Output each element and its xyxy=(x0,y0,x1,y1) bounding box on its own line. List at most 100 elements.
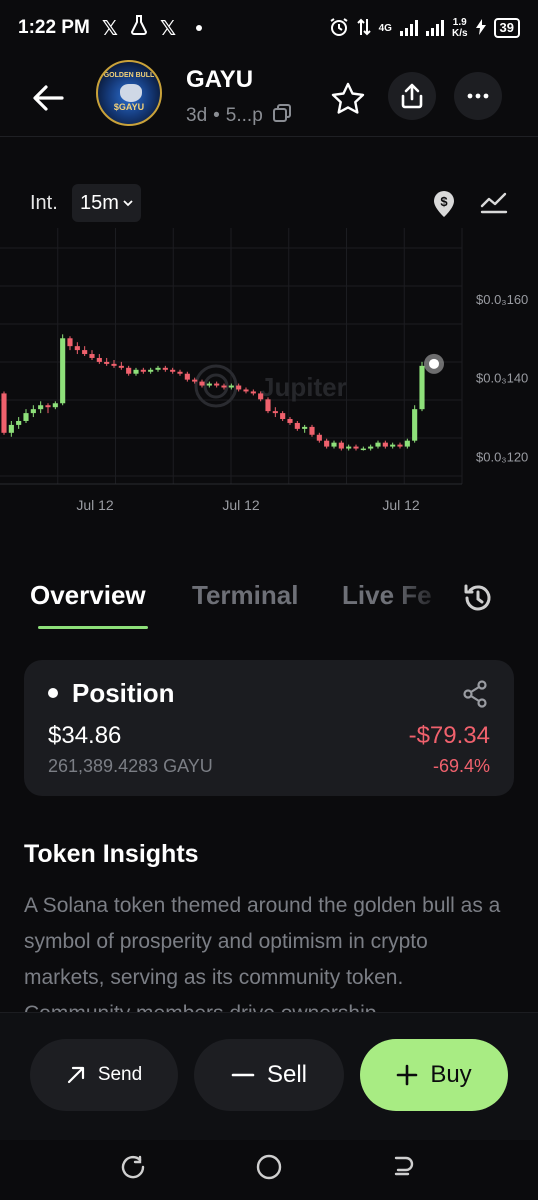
logo-top-text: GOLDEN BULL xyxy=(103,72,155,79)
chevron-down-icon xyxy=(123,200,133,207)
token-name: GAYU xyxy=(186,66,254,93)
token-address[interactable]: 5...p xyxy=(226,105,263,127)
position-pnl: -$79.34 xyxy=(408,722,490,749)
candle-body xyxy=(133,369,139,374)
nav-recents-button[interactable] xyxy=(118,1152,148,1182)
candle-body xyxy=(155,367,161,370)
position-pnl-percent: -69.4% xyxy=(432,756,490,776)
candle-body xyxy=(258,393,264,400)
favorite-button[interactable] xyxy=(328,78,368,118)
candle-body xyxy=(272,411,278,414)
token-age: 3d xyxy=(186,105,208,126)
candle-body xyxy=(250,391,256,394)
insights-text: A Solana token themed around the golden … xyxy=(24,894,501,1012)
candle-body xyxy=(82,350,88,355)
candle-body xyxy=(280,413,286,420)
position-card[interactable]: Position $34.86 261,389.4283 GAYU -$79.3… xyxy=(24,660,514,796)
logo-bottom-text: $GAYU xyxy=(113,102,145,112)
candle-body xyxy=(45,405,51,408)
candle-body xyxy=(162,367,168,370)
charging-icon xyxy=(475,18,486,38)
candle-body xyxy=(30,409,36,414)
interval-select[interactable]: 15m xyxy=(72,184,141,222)
candle-body xyxy=(331,442,337,447)
candle-body xyxy=(126,367,132,374)
x-app-icon-2: 𝕏 xyxy=(159,17,177,40)
arrow-up-right-icon xyxy=(67,1066,84,1084)
candle-body xyxy=(309,426,315,435)
candle-body xyxy=(38,405,44,410)
candle-body xyxy=(74,346,80,351)
send-button[interactable]: Send xyxy=(30,1039,178,1111)
x-tick-label: Jul 12 xyxy=(222,497,260,513)
candle-body xyxy=(316,434,322,441)
candlestick-chart[interactable]: Jupiter $0.0₃160$0.0₃140$0.0₃120 Jul 12 J… xyxy=(0,228,538,528)
price-chart[interactable]: Jupiter $0.0₃160 $0.0₃140 $0.0₃120 Jul 12 J… xyxy=(0,228,538,528)
status-time: 1:22 PM xyxy=(18,17,90,38)
header-divider xyxy=(0,136,538,137)
bull-icon xyxy=(120,84,142,102)
insights-title: Token Insights xyxy=(24,840,199,868)
candle-body xyxy=(23,413,29,421)
token-meta: 3d • 5...p xyxy=(186,104,291,128)
candle-body xyxy=(16,420,22,425)
y-tick-label: $0.0₃160 xyxy=(476,292,528,307)
candle-body xyxy=(390,444,396,447)
token-header: GOLDEN BULL $GAYU GAYU 3d • 5...p xyxy=(0,60,538,136)
candle-body xyxy=(236,385,242,390)
candle-body xyxy=(419,365,425,410)
net-speed: 1.9 K/s xyxy=(452,17,468,39)
dollar-marker-button[interactable]: $ xyxy=(432,190,456,223)
share-position-button[interactable] xyxy=(462,680,488,713)
candle-body xyxy=(404,440,410,447)
candle-body xyxy=(104,361,110,364)
star-icon xyxy=(331,82,365,114)
candle-body xyxy=(170,369,176,372)
candle-body xyxy=(206,383,212,386)
tab-overview[interactable]: Overview xyxy=(30,580,146,611)
more-button[interactable] xyxy=(454,72,502,120)
token-logo: GOLDEN BULL $GAYU xyxy=(96,60,162,126)
y-tick-label: $0.0₃140 xyxy=(476,371,528,386)
nav-home-button[interactable] xyxy=(254,1152,284,1182)
candle-body xyxy=(60,338,66,404)
candle-body xyxy=(243,389,249,392)
interval-row: Int. 15m $ xyxy=(0,184,538,224)
chart-type-button[interactable] xyxy=(480,190,508,219)
buy-button[interactable]: Buy xyxy=(360,1039,508,1111)
system-nav-bar xyxy=(0,1140,538,1200)
data-arrows-icon xyxy=(356,17,371,40)
nav-back-button[interactable] xyxy=(388,1152,418,1182)
candle-body xyxy=(397,444,403,447)
share-button[interactable] xyxy=(388,72,436,120)
interval-label: Int. xyxy=(30,192,58,214)
share-nodes-icon xyxy=(463,680,487,708)
candle-body xyxy=(118,365,124,368)
more-dots-icon xyxy=(467,93,489,99)
notification-dot-icon xyxy=(196,25,203,31)
sell-button[interactable]: Sell xyxy=(194,1039,344,1111)
candle-body xyxy=(1,393,7,433)
history-button[interactable] xyxy=(462,582,494,619)
buy-label: Buy xyxy=(430,1061,472,1088)
candle-body xyxy=(368,446,374,449)
candle-body xyxy=(382,442,388,447)
flask-icon xyxy=(130,15,148,41)
x-axis-ticks: Jul 12 Jul 12 Jul 12 xyxy=(76,497,420,513)
copy-icon[interactable] xyxy=(272,104,291,128)
plus-icon xyxy=(397,1064,418,1086)
candle-body xyxy=(228,385,234,388)
back-button[interactable] xyxy=(28,78,68,118)
x-tick-label: Jul 12 xyxy=(382,497,420,513)
current-price-marker xyxy=(424,353,444,374)
tab-terminal[interactable]: Terminal xyxy=(192,580,298,611)
candle-body xyxy=(412,409,418,441)
send-label: Send xyxy=(97,1064,143,1085)
candles xyxy=(1,334,425,451)
alarm-icon xyxy=(329,17,349,40)
candle-body xyxy=(360,448,366,451)
net-speed-value: 1.9 xyxy=(452,17,467,28)
candle-body xyxy=(265,399,271,412)
svg-text:$: $ xyxy=(440,194,448,209)
candle-body xyxy=(96,357,102,362)
